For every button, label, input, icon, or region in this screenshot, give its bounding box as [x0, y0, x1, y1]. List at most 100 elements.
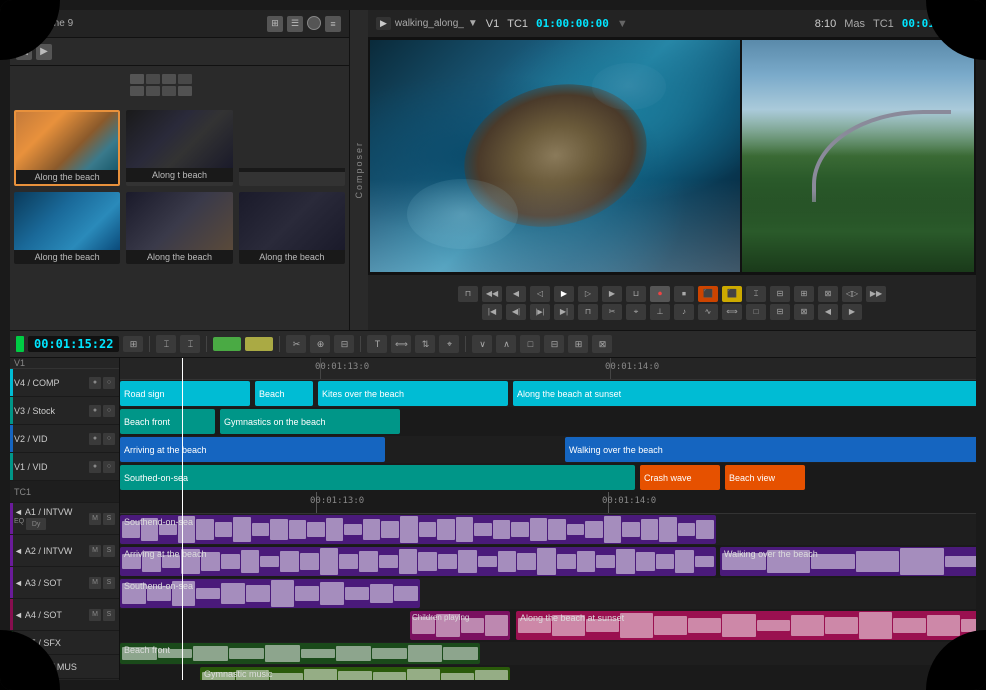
v3-eye[interactable]: ○ — [103, 405, 115, 417]
media-thumb-ocean[interactable]: Along the beach — [14, 192, 120, 264]
tl-color-green[interactable] — [213, 337, 241, 351]
clip-along-sunset-a4[interactable]: Along the beach at sunset — [516, 611, 976, 640]
tl-toggle-btn[interactable]: ⊞ — [123, 336, 143, 352]
a1-dyn[interactable]: Dy — [26, 518, 46, 530]
ctrl-prev-edit[interactable]: |◀ — [482, 304, 502, 320]
dropdown-arrow[interactable]: ▼ — [468, 18, 478, 29]
v4-eye[interactable]: ○ — [103, 377, 115, 389]
tl-layout[interactable]: ⊞ — [568, 335, 588, 353]
ctrl-splice[interactable]: ⌶ — [746, 286, 766, 302]
a3-mute[interactable]: M — [89, 577, 101, 589]
clip-beach-front-a5[interactable]: Beach front — [120, 643, 480, 664]
ctrl-mark-out[interactable]: ⊔ — [626, 286, 646, 302]
clip-southed[interactable]: Southed-on-sea — [120, 465, 635, 490]
ctrl-audio[interactable]: ♪ — [674, 304, 694, 320]
ctrl-stop[interactable]: ⏹ — [674, 286, 694, 302]
clip-along-beach-sunset[interactable]: Along the beach at sunset — [513, 381, 976, 406]
ctrl-play[interactable]: ▶ — [554, 286, 574, 302]
ctrl-step-fwd[interactable]: ▶ — [602, 286, 622, 302]
ctrl-snap[interactable]: ⌖ — [626, 304, 646, 320]
tl-lift[interactable]: ⟺ — [391, 335, 411, 353]
search-button[interactable] — [307, 16, 321, 30]
ctrl-razor[interactable]: ✂ — [602, 304, 622, 320]
ctrl-waveform[interactable]: ∿ — [698, 304, 718, 320]
tl-splice[interactable]: ⊕ — [310, 335, 330, 353]
menu-button[interactable]: ≡ — [325, 16, 341, 32]
ctrl-extract[interactable]: ⊠ — [818, 286, 838, 302]
ctrl-lift[interactable]: ⊞ — [794, 286, 814, 302]
tl-text[interactable]: T — [367, 335, 387, 353]
tl-v-shape[interactable]: ∨ — [472, 335, 492, 353]
tl-mountain[interactable]: ∧ — [496, 335, 516, 353]
grid-view-button[interactable]: ⊞ — [267, 16, 283, 32]
ctrl-next-frame[interactable]: ▷ — [578, 286, 598, 302]
tl-box[interactable]: □ — [520, 335, 540, 353]
ctrl-orange-btn[interactable]: ⬛ — [698, 286, 718, 302]
clip-walking-beach[interactable]: Walking over the beach — [565, 437, 976, 462]
tl-overwrite[interactable]: ⊟ — [334, 335, 354, 353]
ctrl-fast[interactable]: ▶▶ — [866, 286, 886, 302]
v1-eye[interactable]: ○ — [103, 461, 115, 473]
v1-lock[interactable]: ● — [89, 461, 101, 473]
a2-solo[interactable]: S — [103, 545, 115, 557]
ctrl-zoom-out[interactable]: ⊟ — [770, 304, 790, 320]
a1-mute[interactable]: M — [89, 513, 101, 525]
ctrl-zoom-in[interactable]: □ — [746, 304, 766, 320]
tl-color-yellow[interactable] — [245, 337, 273, 351]
clip-audio-southend-a1[interactable]: Southend-on-sea — [120, 515, 716, 544]
ctrl-prev-marker[interactable]: ◀ — [818, 304, 838, 320]
a1-solo[interactable]: S — [103, 513, 115, 525]
ctrl-step-back[interactable]: ◀◀ — [482, 286, 502, 302]
ctrl-next-marker[interactable]: ▶ — [842, 304, 862, 320]
ctrl-end[interactable]: ▶| — [554, 304, 574, 320]
ctrl-mark-in2[interactable]: ⊓ — [578, 304, 598, 320]
ctrl-fit[interactable]: ⟺ — [722, 304, 742, 320]
clip-kites[interactable]: Kites over the beach — [318, 381, 508, 406]
tl-trim[interactable]: ⌖ — [439, 335, 459, 353]
ctrl-next-edit[interactable]: |▶| — [530, 304, 550, 320]
a2-mute[interactable]: M — [89, 545, 101, 557]
v3-lock[interactable]: ● — [89, 405, 101, 417]
media-thumb-person[interactable]: Along the beach — [239, 192, 345, 264]
tl-extract[interactable]: ⇅ — [415, 335, 435, 353]
ctrl-play-reverse[interactable]: ◁ — [530, 286, 550, 302]
ctrl-prev-frame2[interactable]: ◀| — [506, 304, 526, 320]
tl-mark-in[interactable]: ⌶ — [156, 335, 176, 353]
media-thumb-beach[interactable]: Along the beach — [14, 110, 120, 186]
clip-gymnastics[interactable]: Gymnastics on the beach — [220, 409, 400, 434]
clip-beach[interactable]: Beach — [255, 381, 313, 406]
marker-green[interactable] — [16, 336, 24, 352]
clip-beach-front-v3[interactable]: Beach front — [120, 409, 215, 434]
ctrl-slow[interactable]: ◁▷ — [842, 286, 862, 302]
dropdown-arrow-tc[interactable]: ▼ — [617, 18, 628, 30]
clip-arriving-beach[interactable]: Arriving at the beach — [120, 437, 385, 462]
clip-gymnastic-music[interactable]: Gymnastic music — [200, 667, 510, 680]
clip-beach-view[interactable]: Beach view — [725, 465, 805, 490]
media-thumb-bike[interactable]: Along the beach — [126, 192, 232, 264]
ctrl-prev-frame[interactable]: ◀ — [506, 286, 526, 302]
ctrl-mark-in[interactable]: ⊓ — [458, 286, 478, 302]
clip-children-a4[interactable]: Children playing — [410, 611, 510, 640]
a4-mute[interactable]: M — [89, 609, 101, 621]
ctrl-fullscreen[interactable]: ⊠ — [794, 304, 814, 320]
clip-audio-arriving-a2[interactable]: Arriving at the beach — [120, 547, 716, 576]
clip-road-sign[interactable]: Road sign — [120, 381, 250, 406]
media-thumb-2[interactable]: Along t beach — [126, 110, 232, 186]
ctrl-yellow-btn[interactable]: ⬛ — [722, 286, 742, 302]
clip-audio-southend-a3[interactable]: Southend-on-sea — [120, 579, 420, 608]
ctrl-end2[interactable]: ⊥ — [650, 304, 670, 320]
v2-eye[interactable]: ○ — [103, 433, 115, 445]
media-thumb-3[interactable] — [239, 110, 345, 186]
tl-grid[interactable]: ⊠ — [592, 335, 612, 353]
tl-cut[interactable]: ✂ — [286, 335, 306, 353]
v2-lock[interactable]: ● — [89, 433, 101, 445]
tl-minus[interactable]: ⊟ — [544, 335, 564, 353]
list-view-button[interactable]: ☰ — [287, 16, 303, 32]
tl-mark-out[interactable]: ⌶ — [180, 335, 200, 353]
a4-solo[interactable]: S — [103, 609, 115, 621]
clip-crash-wave[interactable]: Crash wave — [640, 465, 720, 490]
clip-audio-walking-a2[interactable]: Walking over the beach — [720, 547, 976, 576]
ctrl-overwrite[interactable]: ⊟ — [770, 286, 790, 302]
a3-solo[interactable]: S — [103, 577, 115, 589]
v4-lock[interactable]: ● — [89, 377, 101, 389]
